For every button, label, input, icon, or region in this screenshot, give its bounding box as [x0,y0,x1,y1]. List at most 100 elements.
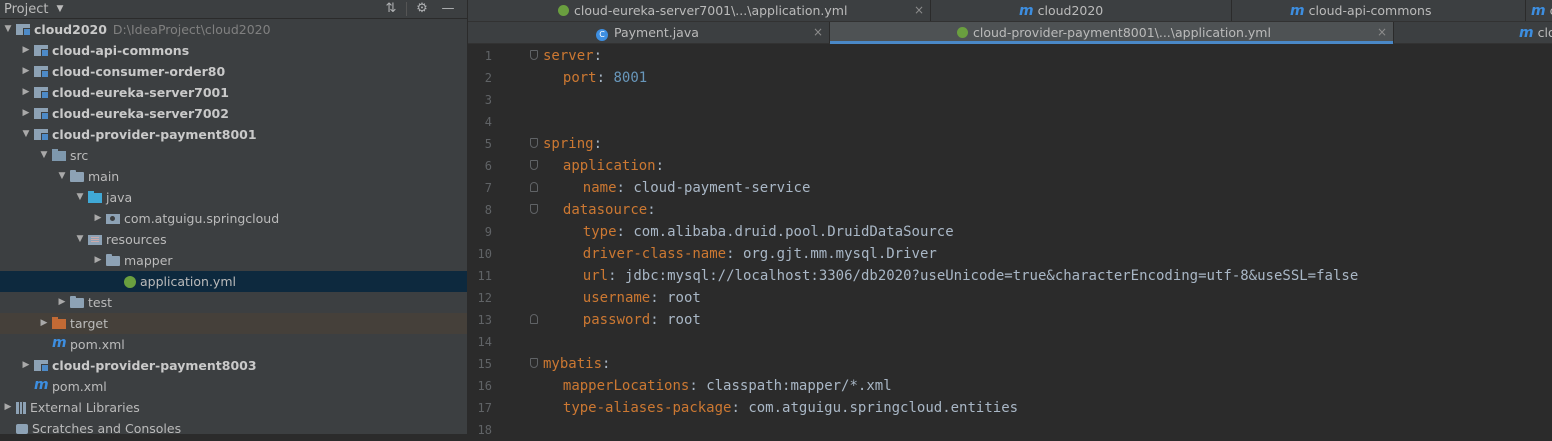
code-line: 17 type-aliases-package: com.atguigu.spri… [468,397,1552,419]
tree-item[interactable]: ▼ resources [0,229,467,250]
tree-item[interactable]: application.yml [0,271,467,292]
toolbar-divider [406,2,407,16]
yaml-value: root [667,290,701,306]
gear-icon[interactable]: ⚙ [409,0,435,18]
tree-item[interactable]: ▶ target [0,313,467,334]
yaml-key: mybatis [543,356,603,372]
tree-item-label: cloud-provider-payment8001 [52,127,257,142]
expand-arrow-icon[interactable]: ▼ [74,187,86,208]
chevron-down-icon[interactable]: ▼ [56,4,63,14]
fold-marker-icon[interactable] [530,50,538,60]
expand-arrow-icon[interactable]: ▼ [56,166,68,187]
project-toolbar: ⇅ ⚙ — [378,0,461,18]
tree-item-label: cloud-consumer-order80 [52,64,226,79]
fold-marker-icon[interactable] [530,314,538,324]
collapse-arrow-icon[interactable]: ▶ [92,250,104,271]
code-line: 8 datasource: [468,199,1552,221]
tree-item[interactable]: ▶ cloud-api-commons [0,40,467,61]
editor-tab[interactable]: m clo [1394,22,1552,43]
editor-tab[interactable]: mcl [1526,0,1552,21]
line-number: 6 [484,159,492,173]
tab-label: cloud2020 [1037,3,1104,18]
line-number: 9 [484,225,492,239]
tree-item[interactable]: ▶ test [0,292,467,313]
tree-item[interactable]: Scratches and Consoles [0,418,467,434]
collapse-arrow-icon[interactable]: ▶ [56,292,68,313]
editor-tab-row-1: cloud-eureka-server7001\...\application.… [468,0,1552,22]
tree-item[interactable]: ▶ com.atguigu.springcloud [0,208,467,229]
tree-item[interactable]: ▶ mapper [0,250,467,271]
fold-marker-icon[interactable] [530,204,538,214]
fold-marker-icon[interactable] [530,138,538,148]
expand-arrow-icon[interactable]: ▼ [74,229,86,250]
yaml-key: mapperLocations [562,378,690,394]
tree-item-label: cloud-eureka-server7002 [52,106,229,121]
line-number: 4 [484,115,492,129]
hide-panel-icon[interactable]: — [435,0,461,18]
fold-marker-icon[interactable] [530,160,538,170]
project-panel-title[interactable]: Project [4,2,48,17]
tree-item-label: Scratches and Consoles [32,421,182,434]
editor-tab[interactable]: m cloud-api-commons [1232,0,1525,21]
collapse-all-icon[interactable]: ⇅ [378,0,404,18]
yaml-colon: : [731,400,749,416]
maven-icon: m [1019,3,1034,19]
code-line: 12 username: root [468,287,1552,309]
tree-item[interactable]: ▼ main [0,166,467,187]
tab-content: cloud-eureka-server7001\...\application.… [558,0,847,21]
tree-item-label: application.yml [140,274,236,289]
collapse-arrow-icon[interactable]: ▶ [38,313,50,334]
code-line: 14 [468,331,1552,353]
yaml-entry: username: root [583,287,701,309]
collapse-arrow-icon[interactable]: ▶ [20,82,32,103]
tree-item[interactable]: ▼ java [0,187,467,208]
yaml-colon: : [596,70,614,86]
yaml-colon: : [647,202,665,218]
yaml-colon: : [602,356,619,372]
expand-arrow-icon[interactable]: ▼ [2,19,14,40]
collapse-arrow-icon[interactable]: ▶ [92,208,104,229]
close-icon[interactable]: × [1377,22,1387,43]
tree-item[interactable]: ▼ src [0,145,467,166]
editor-tab[interactable]: cloud-provider-payment8001\...\applicati… [830,22,1393,44]
tree-item[interactable]: ▶ cloud-eureka-server7002 [0,103,467,124]
editor-tab[interactable]: m cloud2020 [931,0,1231,21]
editor-tab[interactable]: C Payment.java × [468,22,829,43]
editor-tab[interactable]: cloud-eureka-server7001\...\application.… [468,0,930,21]
tree-item[interactable]: ▼ cloud2020 D:\IdeaProject\cloud2020 [0,19,467,40]
project-panel-header: Project ▼ ⇅ ⚙ — [0,0,467,19]
line-number: 16 [477,379,492,393]
yaml-entry: mybatis: [543,353,619,375]
tree-item[interactable]: m pom.xml [0,376,467,397]
tree-item[interactable]: ▶ cloud-provider-payment8003 [0,355,467,376]
tree-item[interactable]: ▶ External Libraries [0,397,467,418]
expand-arrow-icon[interactable]: ▼ [20,124,32,145]
collapse-arrow-icon[interactable]: ▶ [20,103,32,124]
yaml-colon: : [616,180,634,196]
collapse-arrow-icon[interactable]: ▶ [20,61,32,82]
tree-item[interactable]: ▶ cloud-consumer-order80 [0,61,467,82]
tree-item[interactable]: ▼ cloud-provider-payment8001 [0,124,467,145]
folder-icon [70,295,84,308]
line-number: 2 [484,71,492,85]
collapse-arrow-icon[interactable]: ▶ [20,355,32,376]
tree-item-label: src [70,148,89,163]
project-panel: Project ▼ ⇅ ⚙ — ▼ cloud2020 D:\IdeaProject… [0,0,468,434]
expand-arrow-icon[interactable]: ▼ [38,145,50,166]
line-number: 13 [477,313,492,327]
tree-item[interactable]: m pom.xml [0,334,467,355]
collapse-arrow-icon[interactable]: ▶ [2,397,14,418]
close-icon[interactable]: × [914,0,924,21]
yaml-colon: : [593,136,611,152]
close-icon[interactable]: × [813,22,823,43]
tab-label: cloud-api-commons [1308,3,1432,18]
fold-marker-icon[interactable] [530,182,538,192]
code-line: 3 [468,89,1552,111]
yaml-value: classpath:mapper/*.xml [706,378,892,394]
code-line: 15 mybatis: [468,353,1552,375]
code-editor[interactable]: 1 server: 2 port: 8001 3 4 5 spring: 6 applicat… [468,45,1552,437]
tree-item[interactable]: ▶ cloud-eureka-server7001 [0,82,467,103]
collapse-arrow-icon[interactable]: ▶ [20,40,32,61]
fold-marker-icon[interactable] [530,358,538,368]
tree-item-label: mapper [124,253,173,268]
